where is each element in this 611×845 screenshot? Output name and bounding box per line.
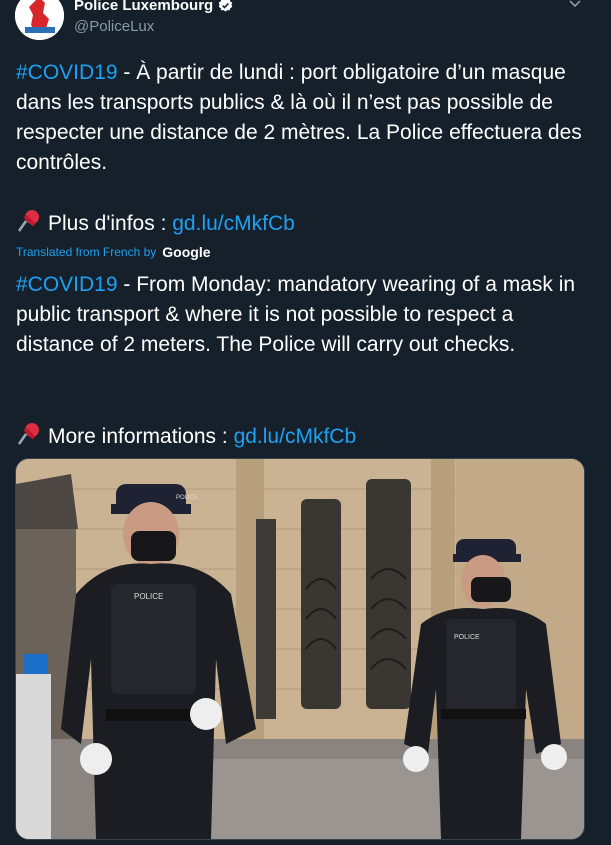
short-link-french[interactable]: gd.lu/cMkfCb [172, 212, 295, 235]
photo-police-officers: POLICE POLICE POLICE [16, 459, 584, 839]
police-lion-logo-icon [15, 0, 64, 40]
tweet-text-english: #COVID19 - From Monday: mandatory wearin… [16, 270, 586, 360]
hashtag-link-english[interactable]: #COVID19 [16, 273, 118, 296]
avatar[interactable] [15, 0, 64, 40]
hashtag-link[interactable]: #COVID19 [16, 61, 118, 84]
google-logo: Google [162, 244, 211, 260]
translated-from-label[interactable]: Translated from French by [16, 245, 156, 259]
chevron-down-icon[interactable] [565, 0, 585, 14]
more-info-english: More informations : gd.lu/cMkfCb [16, 421, 586, 452]
more-info-french: Plus d'infos : gd.lu/cMkfCb [16, 208, 586, 239]
pushpin-icon [17, 210, 39, 232]
tweet-text-french: #COVID19 - À partir de lundi : port obli… [16, 58, 586, 178]
more-info-label-french: Plus d'infos : [48, 212, 173, 235]
translation-attribution[interactable]: Translated from French by Google [16, 244, 211, 260]
cap-label-left: POLICE [176, 495, 198, 501]
tweet[interactable]: Police Luxembourg @PoliceLux #COVID19 - … [0, 0, 611, 845]
display-name[interactable]: Police Luxembourg [74, 0, 213, 14]
pushpin-icon [17, 423, 39, 445]
more-info-label-english: More informations : [48, 425, 234, 448]
author-name-row[interactable]: Police Luxembourg [74, 0, 234, 14]
vest-label-left: POLICE [134, 592, 163, 601]
short-link-english[interactable]: gd.lu/cMkfCb [234, 425, 357, 448]
vest-label-right: POLICE [454, 634, 480, 641]
tweet-photo[interactable]: POLICE POLICE POLICE [15, 458, 585, 840]
verified-badge-icon [218, 0, 233, 12]
user-handle[interactable]: @PoliceLux [74, 18, 154, 35]
